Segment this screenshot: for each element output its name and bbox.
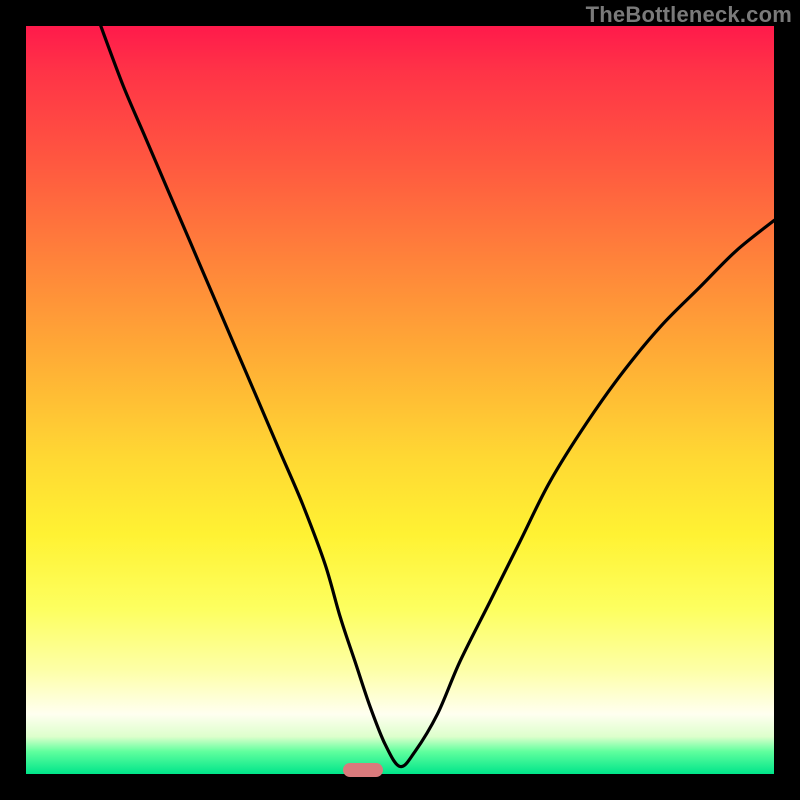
plot-area	[26, 26, 774, 774]
watermark-text: TheBottleneck.com	[586, 2, 792, 28]
bottleneck-curve	[26, 26, 774, 774]
optimal-point-marker	[343, 763, 383, 777]
chart-frame: TheBottleneck.com	[0, 0, 800, 800]
